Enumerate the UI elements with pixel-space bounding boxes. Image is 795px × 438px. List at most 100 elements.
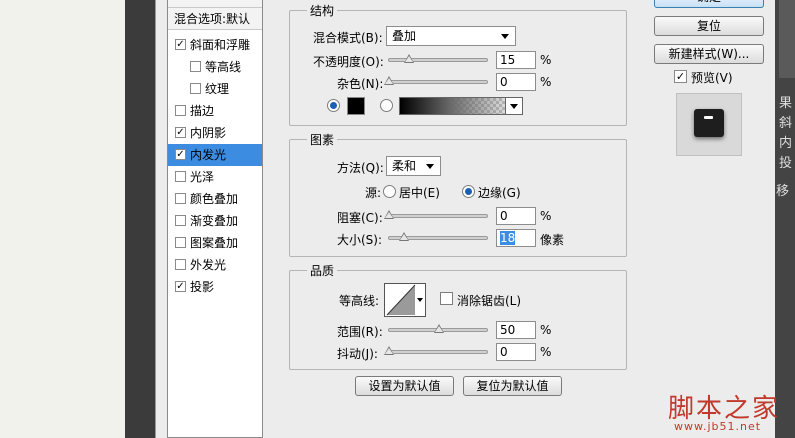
noise-input[interactable]: 0 bbox=[496, 73, 536, 91]
choke-label: 阻塞(C): bbox=[337, 211, 383, 225]
style-list-item[interactable]: 图案叠加 bbox=[168, 232, 262, 254]
range-input[interactable]: 50 bbox=[496, 321, 536, 339]
right-panel-char: 移 bbox=[776, 184, 790, 199]
jitter-slider-thumb[interactable] bbox=[384, 346, 394, 355]
style-list-item[interactable]: 渐变叠加 bbox=[168, 210, 262, 232]
style-list-item[interactable]: 等高线 bbox=[168, 56, 262, 78]
right-panel-char: 投 bbox=[779, 156, 793, 171]
blend-mode-select[interactable]: 叠加 bbox=[386, 26, 516, 46]
style-list-label: 渐变叠加 bbox=[190, 214, 239, 228]
style-list-label: 图案叠加 bbox=[190, 236, 239, 250]
new-style-button[interactable]: 新建样式(W)... bbox=[654, 44, 764, 64]
jitter-input[interactable]: 0 bbox=[496, 343, 536, 361]
choke-slider-thumb[interactable] bbox=[384, 210, 394, 219]
opacity-value: 15 bbox=[500, 53, 516, 67]
size-slider-thumb[interactable] bbox=[399, 232, 409, 241]
make-default-button[interactable]: 设置为默认值 bbox=[355, 376, 454, 396]
watermark-url: www.jb51.net bbox=[674, 420, 762, 433]
opacity-slider-thumb[interactable] bbox=[404, 54, 414, 63]
style-list-item[interactable]: 外发光 bbox=[168, 254, 262, 276]
blending-options-item[interactable]: 混合选项:默认 bbox=[168, 8, 262, 30]
source-edge-label: 边缘(G) bbox=[478, 186, 521, 200]
style-list-item[interactable]: ✓ 斜面和浮雕 bbox=[168, 34, 262, 56]
choke-value: 0 bbox=[500, 209, 508, 223]
style-checkbox[interactable] bbox=[175, 215, 186, 226]
ok-button[interactable]: 确定 bbox=[654, 0, 764, 8]
source-label: 源: bbox=[365, 186, 382, 200]
opacity-input[interactable]: 15 bbox=[496, 51, 536, 69]
color-swatch[interactable] bbox=[347, 97, 365, 115]
style-list-item[interactable]: 颜色叠加 bbox=[168, 188, 262, 210]
method-select[interactable]: 柔和 bbox=[386, 156, 441, 176]
style-list-label: 内阴影 bbox=[190, 126, 227, 140]
source-edge-radio[interactable] bbox=[462, 185, 475, 198]
style-checkbox[interactable] bbox=[175, 259, 186, 270]
size-slider[interactable] bbox=[388, 232, 488, 241]
size-value: 18 bbox=[500, 231, 516, 245]
contour-label: 等高线: bbox=[339, 294, 380, 308]
noise-slider[interactable] bbox=[384, 76, 488, 85]
right-dark-panel: 果 斜 内 投 移 bbox=[775, 0, 795, 438]
size-input[interactable]: 18 bbox=[496, 229, 536, 247]
blending-options-label: 混合选项:默认 bbox=[174, 12, 251, 26]
opacity-unit: % bbox=[540, 53, 552, 67]
source-center-radio[interactable] bbox=[383, 185, 396, 198]
right-panel-char: 果 bbox=[779, 96, 793, 111]
opacity-label: 不透明度(O): bbox=[313, 55, 384, 69]
style-list-item[interactable]: ✓ 内阴影 bbox=[168, 122, 262, 144]
style-checkbox[interactable] bbox=[175, 105, 186, 116]
style-checkbox[interactable] bbox=[175, 171, 186, 182]
style-list-item[interactable]: 描边 bbox=[168, 100, 262, 122]
method-value: 柔和 bbox=[392, 159, 417, 173]
style-list-top bbox=[168, 0, 262, 8]
opacity-slider[interactable] bbox=[388, 54, 488, 63]
gradient-radio[interactable] bbox=[380, 99, 393, 112]
jitter-label: 抖动(J): bbox=[337, 347, 378, 361]
style-list-item[interactable]: 纹理 bbox=[168, 78, 262, 100]
style-checkbox[interactable] bbox=[175, 193, 186, 204]
ok-label: 确定 bbox=[697, 0, 721, 4]
style-checkbox[interactable]: ✓ bbox=[175, 39, 186, 50]
range-unit: % bbox=[540, 323, 552, 337]
style-list-label: 投影 bbox=[190, 280, 215, 294]
blend-mode-value: 叠加 bbox=[392, 29, 417, 43]
style-list: 混合选项:默认 ✓ 斜面和浮雕等高线纹理描边 ✓ 内阴影 ✓ 内发光 光泽 颜色叠加渐变叠加图… bbox=[167, 0, 263, 438]
size-unit: 像素 bbox=[540, 233, 565, 247]
reset-default-button[interactable]: 复位为默认值 bbox=[463, 376, 562, 396]
jitter-value: 0 bbox=[500, 345, 508, 359]
style-list-label: 纹理 bbox=[205, 82, 230, 96]
preview-checkbox[interactable]: ✓ bbox=[674, 70, 687, 83]
noise-label: 杂色(N): bbox=[337, 77, 384, 91]
antialias-checkbox[interactable] bbox=[440, 292, 453, 305]
style-list-label: 斜面和浮雕 bbox=[190, 38, 251, 52]
choke-input[interactable]: 0 bbox=[496, 207, 536, 225]
right-panel-char: 内 bbox=[779, 136, 793, 151]
style-checkbox[interactable]: ✓ bbox=[175, 149, 186, 160]
jitter-unit: % bbox=[540, 345, 552, 359]
style-checkbox[interactable] bbox=[175, 237, 186, 248]
jitter-slider[interactable] bbox=[384, 346, 488, 355]
reset-button[interactable]: 复位 bbox=[654, 16, 764, 36]
style-checkbox[interactable]: ✓ bbox=[175, 127, 186, 138]
chevron-down-icon bbox=[510, 104, 518, 109]
style-checkbox[interactable] bbox=[190, 61, 201, 72]
preview-swatch bbox=[694, 109, 724, 137]
elements-title: 图素 bbox=[307, 131, 338, 148]
chevron-down-icon bbox=[501, 34, 509, 39]
noise-slider-thumb[interactable] bbox=[384, 76, 394, 85]
style-list-item[interactable]: 光泽 bbox=[168, 166, 262, 188]
solid-color-radio[interactable] bbox=[327, 99, 340, 112]
style-list-label: 描边 bbox=[190, 104, 215, 118]
range-slider-thumb[interactable] bbox=[434, 324, 444, 333]
method-label: 方法(Q): bbox=[337, 161, 384, 175]
style-list-item[interactable]: ✓ 投影 bbox=[168, 276, 262, 298]
chevron-down-icon bbox=[426, 164, 434, 169]
gradient-dropdown[interactable] bbox=[505, 97, 523, 115]
contour-picker[interactable] bbox=[384, 283, 426, 317]
style-list-item[interactable]: ✓ 内发光 bbox=[168, 144, 262, 166]
choke-slider[interactable] bbox=[384, 210, 488, 219]
style-checkbox[interactable]: ✓ bbox=[175, 281, 186, 292]
style-checkbox[interactable] bbox=[190, 83, 201, 94]
range-slider[interactable] bbox=[388, 324, 488, 333]
style-list-label: 外发光 bbox=[190, 258, 227, 272]
